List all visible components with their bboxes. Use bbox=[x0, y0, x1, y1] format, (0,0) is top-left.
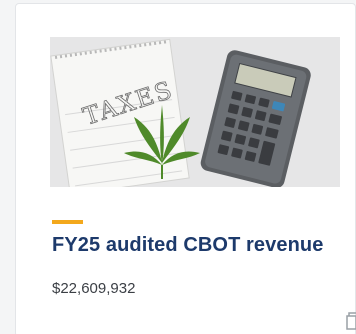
accent-bar bbox=[52, 220, 83, 224]
copy-icon[interactable] bbox=[346, 312, 356, 330]
card-title[interactable]: FY25 audited CBOT revenue bbox=[52, 234, 323, 257]
revenue-value: $22,609,932 bbox=[52, 280, 136, 297]
card-image: TAXES bbox=[50, 37, 340, 187]
page: TAXES FY25 audited CBOT revenue $22,609,… bbox=[0, 0, 356, 334]
revenue-card[interactable]: TAXES FY25 audited CBOT revenue $22,609,… bbox=[15, 3, 356, 334]
taxes-calculator-illustration: TAXES bbox=[50, 37, 340, 187]
